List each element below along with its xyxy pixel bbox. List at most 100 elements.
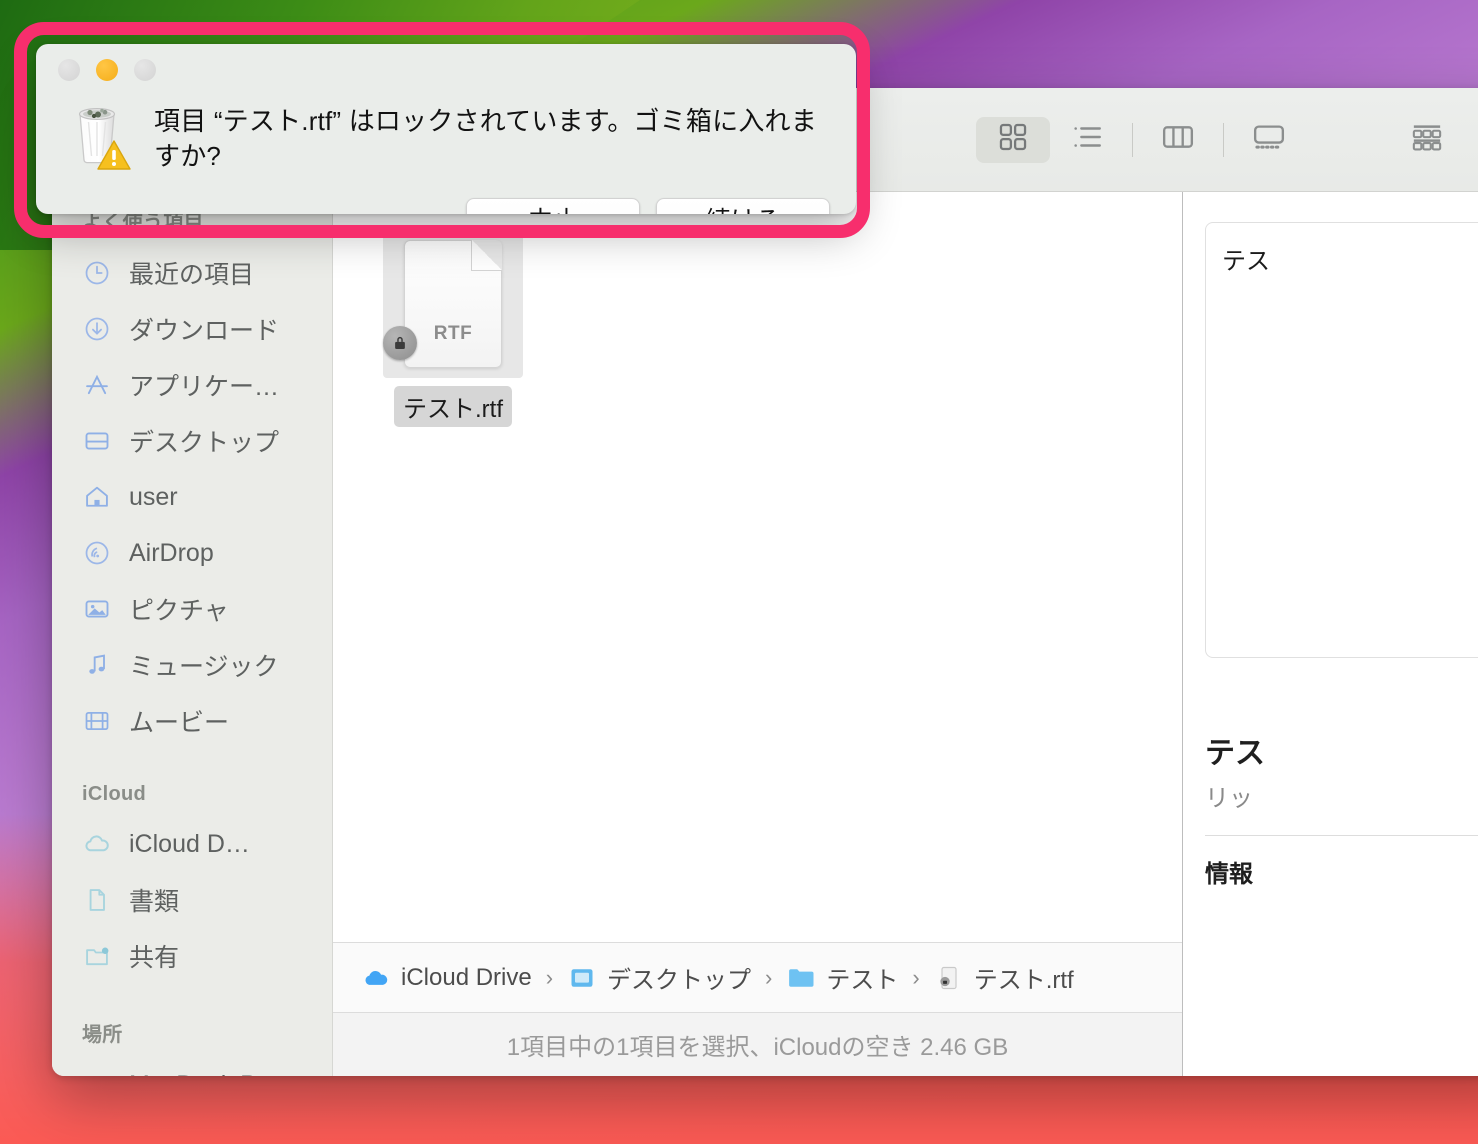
sidebar-item-label: user	[129, 482, 178, 511]
sidebar-item-label: iCloud D…	[129, 829, 250, 858]
group-by-button[interactable]	[1390, 117, 1464, 163]
shared-folder-icon	[82, 941, 112, 971]
file-name-label[interactable]: テスト.rtf	[394, 386, 512, 427]
file-kind-badge: RTF	[433, 323, 473, 344]
zoom-button[interactable]	[134, 59, 156, 81]
breadcrumb-folder-test[interactable]: テスト	[786, 960, 898, 995]
sidebar-item-shared[interactable]: 共有	[52, 928, 332, 984]
sidebar-item-desktop[interactable]: デスクトップ	[52, 413, 332, 469]
file-item[interactable]: RTF テスト.rtf	[383, 230, 523, 427]
sidebar-item-recents[interactable]: 最近の項目	[52, 245, 332, 301]
movies-icon	[82, 706, 112, 736]
toolbar-divider-1	[1132, 122, 1133, 157]
preview-file-title: テス	[1205, 737, 1265, 770]
sidebar-item-label: 共有	[129, 944, 180, 972]
breadcrumb-desktop[interactable]: デスクトップ	[567, 960, 751, 995]
sidebar-section-icloud-header: iCloud	[82, 783, 147, 805]
group-icon	[1409, 120, 1445, 159]
preview-pane: テス テス リッ 情報	[1182, 192, 1478, 1076]
sidebar-item-label: MacBook Pro	[129, 1071, 279, 1077]
breadcrumb-label: デスクトップ	[607, 967, 752, 994]
status-bar: 1項目中の1項目を選択、iCloudの空き 2.46 GB	[333, 1012, 1182, 1076]
desktop-folder-icon	[567, 963, 597, 993]
airdrop-icon	[82, 538, 112, 568]
finder-sidebar: よく使う項目 最近の項目 ダウンロード アプリケー… デスクトップ user A…	[52, 192, 333, 1076]
sidebar-item-airdrop[interactable]: AirDrop	[52, 525, 332, 581]
breadcrumb-separator: ›	[545, 964, 554, 990]
breadcrumb-file-test-rtf[interactable]: テスト.rtf	[934, 960, 1074, 995]
cancel-button[interactable]: 中止	[466, 198, 640, 214]
breadcrumb-label: テスト.rtf	[973, 967, 1074, 994]
locked-file-icon	[934, 963, 964, 993]
list-view-button[interactable]	[1050, 117, 1124, 163]
file-thumbnail: RTF	[383, 230, 523, 378]
sidebar-item-documents[interactable]: 書類	[52, 872, 332, 928]
sidebar-item-label: ダウンロード	[129, 317, 280, 345]
laptop-icon	[82, 1070, 112, 1076]
alert-button-row: 中止 続ける	[154, 198, 830, 214]
desktop-icon	[82, 426, 112, 456]
sidebar-item-label: 最近の項目	[129, 261, 255, 289]
sidebar-item-applications[interactable]: アプリケー…	[52, 357, 332, 413]
path-bar: iCloud Drive › デスクトップ › テスト › テスト.rtf	[333, 942, 1182, 1012]
finder-window: よく使う項目 最近の項目 ダウンロード アプリケー… デスクトップ user A…	[52, 88, 1478, 1076]
breadcrumb-label: iCloud Drive	[401, 963, 532, 991]
icon-view-button[interactable]	[976, 116, 1050, 163]
gallery-icon	[1251, 120, 1287, 159]
sidebar-item-user[interactable]: user	[52, 469, 332, 525]
sidebar-item-icloud-drive[interactable]: iCloud D…	[52, 816, 332, 872]
sidebar-item-label: ミュージック	[129, 653, 279, 681]
finder-body: よく使う項目 最近の項目 ダウンロード アプリケー… デスクトップ user A…	[52, 192, 1478, 1076]
home-icon	[82, 482, 112, 512]
chevron-down-icon[interactable]	[1474, 123, 1478, 156]
sidebar-item-label: ムービー	[129, 709, 230, 737]
minimize-button[interactable]	[96, 59, 118, 81]
finder-content-column: RTF テスト.rtf iCloud Drive › デスクトップ › テスト …	[333, 192, 1182, 1076]
sidebar-item-label: AirDrop	[129, 538, 214, 567]
rtf-document-icon: RTF	[404, 240, 502, 368]
breadcrumb-label: テスト	[826, 967, 899, 994]
preview-file-kind: リッ	[1205, 785, 1253, 812]
document-icon	[82, 885, 112, 915]
columns-icon	[1160, 120, 1196, 159]
continue-button[interactable]: 続ける	[656, 198, 830, 214]
trash-warning-icon	[62, 96, 154, 214]
alert-body: 項目 “テスト.rtf” はロックされています。ゴミ箱に入れますか? 中止 続け…	[36, 96, 856, 214]
sidebar-item-music[interactable]: ミュージック	[52, 637, 332, 693]
alert-message: 項目 “テスト.rtf” はロックされています。ゴミ箱に入れますか?	[154, 106, 817, 172]
folder-icon	[786, 963, 816, 993]
gallery-view-button[interactable]	[1232, 117, 1306, 163]
preview-info-section: 情報	[1205, 835, 1478, 889]
close-button[interactable]	[58, 59, 80, 81]
preview-thumbnail: テス	[1205, 222, 1478, 658]
cloud-icon	[82, 829, 112, 859]
clock-icon	[82, 258, 112, 288]
file-browser-area[interactable]: RTF テスト.rtf	[333, 192, 1182, 942]
breadcrumb-icloud-drive[interactable]: iCloud Drive	[361, 963, 532, 993]
download-icon	[82, 314, 112, 344]
applications-icon	[82, 370, 112, 400]
lock-icon	[383, 326, 417, 360]
sidebar-item-macbook-pro[interactable]: MacBook Pro	[52, 1057, 332, 1077]
alert-titlebar	[36, 44, 856, 96]
music-icon	[82, 650, 112, 680]
sidebar-item-movies[interactable]: ムービー	[52, 693, 332, 749]
icloud-icon	[361, 963, 391, 993]
column-view-button[interactable]	[1141, 117, 1215, 163]
sidebar-item-label: アプリケー…	[129, 373, 280, 401]
locked-item-alert-dialog: 項目 “テスト.rtf” はロックされています。ゴミ箱に入れますか? 中止 続け…	[36, 44, 856, 214]
sidebar-item-downloads[interactable]: ダウンロード	[52, 301, 332, 357]
breadcrumb-separator: ›	[765, 964, 773, 990]
sidebar-item-label: ピクチャ	[129, 597, 229, 625]
sidebar-item-label: デスクトップ	[129, 429, 280, 457]
view-switcher	[976, 116, 1478, 163]
sidebar-item-label: 書類	[129, 888, 180, 916]
sidebar-section-locations-header: 場所	[82, 1024, 123, 1046]
list-icon	[1070, 120, 1104, 159]
pictures-icon	[82, 594, 112, 624]
grid-icon	[996, 120, 1030, 159]
toolbar-divider-2	[1223, 122, 1224, 157]
status-text: 1項目中の1項目を選択、iCloudの空き 2.46 GB	[506, 1034, 1009, 1061]
sidebar-item-pictures[interactable]: ピクチャ	[52, 581, 332, 637]
alert-content: 項目 “テスト.rtf” はロックされています。ゴミ箱に入れますか? 中止 続け…	[154, 96, 830, 214]
